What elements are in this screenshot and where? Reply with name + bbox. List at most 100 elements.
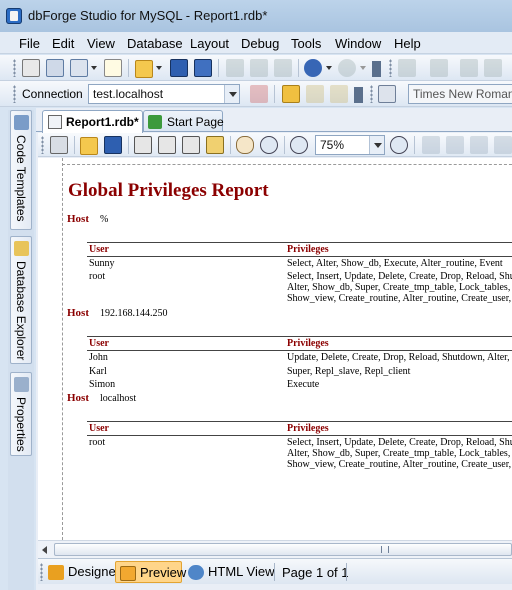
toolbar-separator — [128, 59, 129, 77]
sidebar-tab-code-templates[interactable]: Code Templates — [10, 110, 32, 230]
new-document-icon[interactable] — [70, 59, 88, 77]
menu-help[interactable]: Help — [394, 36, 421, 51]
tab-label: Report1.rdb* — [66, 115, 139, 129]
align-left-icon[interactable] — [460, 59, 478, 77]
toolbar-grip[interactable] — [370, 85, 373, 103]
toolbar-grip[interactable] — [13, 85, 16, 103]
chevron-down-icon[interactable] — [224, 85, 239, 103]
save-icon[interactable] — [104, 136, 122, 154]
font-icon[interactable] — [378, 85, 396, 103]
open-dropdown-icon[interactable] — [156, 66, 162, 70]
toolbar-separator — [284, 136, 285, 154]
tab-start-page[interactable]: Start Page — [143, 110, 224, 132]
save-all-icon[interactable] — [194, 59, 212, 77]
new-query-icon[interactable] — [46, 59, 64, 77]
magnifier-icon[interactable] — [260, 136, 278, 154]
last-page-icon[interactable] — [494, 136, 512, 154]
copy-icon[interactable] — [250, 59, 268, 77]
disconnect-icon[interactable] — [250, 85, 268, 103]
tab-label: Preview — [140, 565, 187, 580]
find-icon[interactable] — [50, 136, 68, 154]
tab-report1[interactable]: Report1.rdb* — [42, 110, 143, 133]
zoom-value: 75% — [320, 138, 345, 152]
export-icon[interactable] — [206, 136, 224, 154]
toolbar-separator — [218, 59, 219, 77]
menu-view[interactable]: View — [87, 36, 115, 51]
new-file-icon[interactable] — [104, 59, 122, 77]
save-icon[interactable] — [170, 59, 188, 77]
redo-dropdown-icon[interactable] — [360, 66, 366, 70]
table-rule — [87, 336, 512, 337]
menu-file[interactable]: File — [19, 36, 40, 51]
table-cell-privileges: Select, Alter, Show_db, Execute, Alter_r… — [287, 258, 503, 269]
app-icon — [6, 8, 22, 24]
next-page-icon[interactable] — [470, 136, 488, 154]
connection-select[interactable]: test.localhost — [88, 84, 240, 104]
host-label: Host — [67, 213, 89, 225]
new-sql-icon[interactable] — [22, 59, 40, 77]
first-page-icon[interactable] — [422, 136, 440, 154]
edit-connection-icon[interactable] — [282, 85, 300, 103]
toolbar-overflow-icon[interactable] — [354, 87, 363, 103]
scroll-left-icon[interactable] — [42, 546, 47, 554]
open-icon[interactable] — [80, 137, 98, 155]
menu-edit[interactable]: Edit — [52, 36, 74, 51]
title-bar: dbForge Studio for MySQL - Report1.rdb* — [0, 0, 512, 32]
align-icon[interactable] — [430, 59, 448, 77]
cut-icon[interactable] — [226, 59, 244, 77]
page-margin-top — [62, 164, 512, 165]
menu-window[interactable]: Window — [335, 36, 381, 51]
table-rule — [87, 421, 512, 422]
thumb-grip-icon — [381, 546, 389, 553]
align-center-icon[interactable] — [484, 59, 502, 77]
report-title: Global Privileges Report — [68, 180, 269, 201]
report-file-icon — [48, 115, 62, 129]
tab-preview[interactable]: Preview — [115, 561, 186, 583]
menu-debug[interactable]: Debug — [241, 36, 279, 51]
undo-dropdown-icon[interactable] — [326, 66, 332, 70]
page-setup-icon[interactable] — [134, 136, 152, 154]
paste-icon[interactable] — [274, 59, 292, 77]
tab-designer[interactable]: Designer — [44, 561, 120, 583]
menu-database[interactable]: Database — [127, 36, 183, 51]
transaction-icon[interactable] — [306, 85, 324, 103]
horizontal-scrollbar[interactable] — [38, 540, 512, 558]
toolbar-grip[interactable] — [389, 59, 392, 77]
sidebar-tab-properties[interactable]: Properties — [10, 372, 32, 456]
layout-icon[interactable] — [398, 59, 416, 77]
toolbar-grip[interactable] — [41, 136, 44, 154]
toolbar-separator — [298, 59, 299, 77]
table-cell-user: root — [89, 437, 106, 448]
zoom-in-icon[interactable] — [390, 136, 408, 154]
column-header-user: User — [89, 338, 109, 349]
undo-icon[interactable] — [304, 59, 322, 77]
scrollbar-thumb[interactable] — [54, 543, 512, 556]
quick-print-icon[interactable] — [182, 136, 200, 154]
new-dropdown-icon[interactable] — [91, 66, 97, 70]
open-folder-icon[interactable] — [135, 60, 153, 78]
column-header-privileges: Privileges — [287, 244, 329, 255]
toolbar-separator — [346, 563, 347, 581]
menu-tools[interactable]: Tools — [291, 36, 321, 51]
sidebar-tab-database-explorer[interactable]: Database Explorer — [10, 236, 32, 364]
zoom-out-icon[interactable] — [290, 136, 308, 154]
table-cell-privileges: Super, Repl_slave, Repl_client — [287, 366, 411, 377]
host-value: % — [100, 214, 109, 225]
hand-tool-icon[interactable] — [236, 136, 254, 154]
zoom-select[interactable]: 75% — [315, 135, 385, 155]
tab-html-view[interactable]: HTML View — [184, 561, 274, 583]
toolbar-grip[interactable] — [13, 59, 16, 77]
connection-value: test.localhost — [93, 87, 164, 101]
connection-label: Connection — [22, 87, 83, 101]
report-preview[interactable]: Global Privileges Report Host % User Pri… — [38, 158, 512, 540]
toolbar-overflow-icon[interactable] — [372, 61, 381, 77]
font-select[interactable]: Times New Roman — [408, 84, 512, 104]
toolbar-separator — [74, 136, 75, 154]
menu-layout[interactable]: Layout — [190, 36, 229, 51]
print-icon[interactable] — [158, 136, 176, 154]
previous-page-icon[interactable] — [446, 136, 464, 154]
redo-icon[interactable] — [338, 59, 356, 77]
commit-icon[interactable] — [330, 85, 348, 103]
chevron-down-icon[interactable] — [369, 136, 384, 154]
toolbar-grip[interactable] — [40, 563, 43, 581]
